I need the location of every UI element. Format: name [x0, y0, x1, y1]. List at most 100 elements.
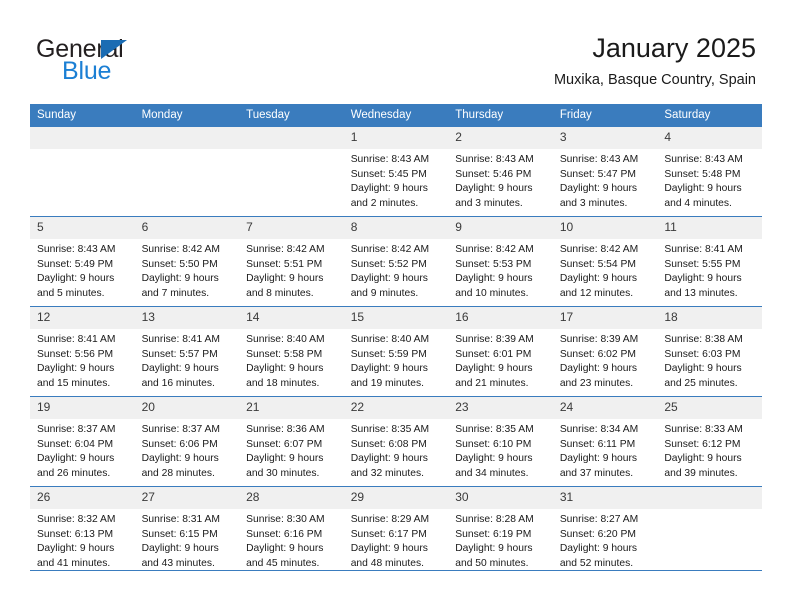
day-detail-text: Sunrise: 8:31 AM Sunset: 6:15 PM Daylight:…: [135, 509, 240, 571]
sunrise-line: Sunrise: 8:35 AM: [350, 424, 430, 435]
calendar-day-cell[interactable]: 9 Sunrise: 8:42 AM Sunset: 5:53 PM Daylight…: [448, 216, 553, 307]
sunrise-line: Sunrise: 8:39 AM: [455, 334, 534, 345]
calendar-day-cell[interactable]: 31 Sunrise: 8:27 AM Sunset: 6:20 PM Dayligh…: [552, 486, 658, 576]
daylight-line: Daylight: 9 hours: [559, 543, 638, 555]
calendar-day-cell[interactable]: 28 Sunrise: 8:30 AM Sunset: 6:16 PM Dayligh…: [239, 486, 344, 576]
sunset-line: Sunset: 5:55 PM: [664, 258, 741, 270]
calendar-day-cell[interactable]: 14 Sunrise: 8:40 AM Sunset: 5:58 PM Dayligh…: [239, 306, 344, 397]
day-number: 8: [343, 217, 449, 239]
day-number: 1: [343, 127, 449, 149]
day-number: 9: [448, 217, 553, 239]
sunrise-line: Sunrise: 8:28 AM: [455, 514, 534, 525]
day-detail-text: Sunrise: 8:39 AM Sunset: 6:02 PM Daylight:…: [553, 329, 658, 391]
day-number: 22: [343, 397, 449, 419]
sunrise-line: Sunrise: 8:40 AM: [246, 334, 325, 345]
day-detail-text: Sunrise: 8:29 AM Sunset: 6:17 PM Daylight:…: [344, 509, 449, 571]
calendar-day-cell[interactable]: 5 Sunrise: 8:43 AM Sunset: 5:49 PM Daylight…: [30, 216, 135, 307]
calendar-day-cell-empty: [134, 126, 240, 217]
daylight-line: and 5 minutes.: [37, 287, 105, 299]
sunset-line: Sunset: 5:58 PM: [246, 348, 323, 360]
day-detail-text: Sunrise: 8:33 AM Sunset: 6:12 PM Daylight:…: [657, 419, 762, 481]
sunrise-line: Sunrise: 8:34 AM: [559, 424, 639, 435]
calendar-bottom-rule: [30, 570, 762, 571]
sunset-line: Sunset: 5:57 PM: [141, 348, 218, 360]
daylight-line: Daylight: 9 hours: [664, 183, 742, 195]
calendar-day-cell[interactable]: 17 Sunrise: 8:39 AM Sunset: 6:02 PM Dayligh…: [552, 306, 658, 397]
calendar-day-cell[interactable]: 12 Sunrise: 8:41 AM Sunset: 5:56 PM Dayligh…: [30, 306, 135, 397]
day-number: 4: [657, 127, 762, 149]
day-number: 3: [552, 127, 658, 149]
sunset-line: Sunset: 5:52 PM: [350, 258, 427, 270]
calendar-day-cell[interactable]: 3 Sunrise: 8:43 AM Sunset: 5:47 PM Daylight…: [552, 126, 658, 217]
calendar-day-cell[interactable]: 24 Sunrise: 8:34 AM Sunset: 6:11 PM Dayligh…: [552, 396, 658, 487]
day-number: 18: [657, 307, 762, 329]
day-detail-text: Sunrise: 8:37 AM Sunset: 6:06 PM Daylight:…: [135, 419, 240, 481]
calendar-day-cell[interactable]: 23 Sunrise: 8:35 AM Sunset: 6:10 PM Dayligh…: [448, 396, 553, 487]
calendar-day-cell[interactable]: 4 Sunrise: 8:43 AM Sunset: 5:48 PM Daylight…: [657, 126, 762, 217]
calendar-day-cell[interactable]: 1 Sunrise: 8:43 AM Sunset: 5:45 PM Daylight…: [343, 126, 449, 217]
sunset-line: Sunset: 6:20 PM: [559, 528, 636, 540]
calendar-day-cell[interactable]: 21 Sunrise: 8:36 AM Sunset: 6:07 PM Dayligh…: [239, 396, 344, 487]
day-detail-text: Sunrise: 8:32 AM Sunset: 6:13 PM Daylight:…: [30, 509, 135, 571]
sunrise-line: Sunrise: 8:42 AM: [246, 244, 325, 255]
day-number: [30, 127, 135, 149]
daylight-line: and 21 minutes.: [455, 377, 529, 389]
daylight-line: Daylight: 9 hours: [455, 363, 533, 375]
daylight-line: and 4 minutes.: [664, 197, 732, 209]
calendar-header-row-group: Sunday Monday Tuesday Wednesday Thursday Frid…: [30, 104, 762, 127]
calendar-day-cell[interactable]: 11 Sunrise: 8:41 AM Sunset: 5:55 PM Dayligh…: [657, 216, 762, 307]
day-detail-text: [135, 149, 240, 153]
calendar-day-cell[interactable]: 27 Sunrise: 8:31 AM Sunset: 6:15 PM Dayligh…: [134, 486, 240, 576]
calendar-day-cell[interactable]: 10 Sunrise: 8:42 AM Sunset: 5:54 PM Dayligh…: [552, 216, 658, 307]
calendar-day-cell-empty: [30, 126, 135, 217]
calendar-day-cell[interactable]: 19 Sunrise: 8:37 AM Sunset: 6:04 PM Dayligh…: [30, 396, 135, 487]
sunset-line: Sunset: 6:08 PM: [350, 438, 427, 450]
daylight-line: Daylight: 9 hours: [455, 273, 533, 285]
calendar-day-cell[interactable]: 8 Sunrise: 8:42 AM Sunset: 5:52 PM Daylight…: [343, 216, 449, 307]
day-number: [657, 487, 762, 509]
sunset-line: Sunset: 5:51 PM: [246, 258, 323, 270]
calendar-day-cell[interactable]: 30 Sunrise: 8:28 AM Sunset: 6:19 PM Dayligh…: [448, 486, 553, 576]
calendar-day-cell[interactable]: 6 Sunrise: 8:42 AM Sunset: 5:50 PM Daylight…: [134, 216, 240, 307]
daylight-line: Daylight: 9 hours: [455, 543, 533, 555]
daylight-line: Daylight: 9 hours: [455, 183, 533, 195]
day-number: [239, 127, 344, 149]
daylight-line: Daylight: 9 hours: [246, 543, 324, 555]
calendar-day-cell[interactable]: 20 Sunrise: 8:37 AM Sunset: 6:06 PM Dayligh…: [134, 396, 240, 487]
daylight-line: and 32 minutes.: [350, 467, 424, 479]
title-block: January 2025 Muxika, Basque Country, Spa…: [554, 32, 756, 90]
day-number: 13: [134, 307, 240, 329]
daylight-line: and 13 minutes.: [664, 287, 738, 299]
sunset-line: Sunset: 6:16 PM: [246, 528, 323, 540]
daylight-line: Daylight: 9 hours: [246, 273, 324, 285]
sunrise-line: Sunrise: 8:38 AM: [664, 334, 743, 345]
calendar-day-cell[interactable]: 2 Sunrise: 8:43 AM Sunset: 5:46 PM Daylight…: [448, 126, 553, 217]
day-detail-text: Sunrise: 8:38 AM Sunset: 6:03 PM Daylight:…: [657, 329, 762, 391]
calendar-day-cell[interactable]: 25 Sunrise: 8:33 AM Sunset: 6:12 PM Dayligh…: [657, 396, 762, 487]
calendar-day-cell[interactable]: 15 Sunrise: 8:40 AM Sunset: 5:59 PM Dayligh…: [343, 306, 449, 397]
calendar-day-cell[interactable]: 16 Sunrise: 8:39 AM Sunset: 6:01 PM Dayligh…: [448, 306, 553, 397]
sunrise-line: Sunrise: 8:32 AM: [37, 514, 116, 525]
day-detail-text: Sunrise: 8:43 AM Sunset: 5:48 PM Daylight:…: [657, 149, 762, 211]
sunset-line: Sunset: 6:13 PM: [37, 528, 114, 540]
daylight-line: and 34 minutes.: [455, 467, 529, 479]
calendar-day-cell[interactable]: 18 Sunrise: 8:38 AM Sunset: 6:03 PM Dayligh…: [657, 306, 762, 397]
calendar-day-cell[interactable]: 7 Sunrise: 8:42 AM Sunset: 5:51 PM Daylight…: [239, 216, 344, 307]
sunset-line: Sunset: 6:10 PM: [455, 438, 532, 450]
daylight-line: and 15 minutes.: [37, 377, 111, 389]
sunset-line: Sunset: 6:02 PM: [559, 348, 636, 360]
daylight-line: and 37 minutes.: [559, 467, 634, 479]
day-number: 12: [30, 307, 135, 329]
sunrise-line: Sunrise: 8:43 AM: [455, 154, 534, 165]
daylight-line: Daylight: 9 hours: [664, 273, 742, 285]
day-detail-text: Sunrise: 8:39 AM Sunset: 6:01 PM Daylight:…: [448, 329, 553, 391]
day-detail-text: Sunrise: 8:43 AM Sunset: 5:49 PM Daylight:…: [30, 239, 135, 301]
calendar-day-cell[interactable]: 22 Sunrise: 8:35 AM Sunset: 6:08 PM Dayligh…: [343, 396, 449, 487]
sunset-line: Sunset: 5:54 PM: [559, 258, 636, 270]
calendar-day-cell[interactable]: 26 Sunrise: 8:32 AM Sunset: 6:13 PM Dayligh…: [30, 486, 135, 576]
page-header: General Blue January 2025 Muxika, Basque…: [0, 0, 792, 103]
calendar-day-cell[interactable]: 13 Sunrise: 8:41 AM Sunset: 5:57 PM Dayligh…: [134, 306, 240, 397]
calendar-day-cell[interactable]: 29 Sunrise: 8:29 AM Sunset: 6:17 PM Dayligh…: [343, 486, 449, 576]
day-number: 14: [239, 307, 344, 329]
daylight-line: Daylight: 9 hours: [141, 453, 219, 465]
